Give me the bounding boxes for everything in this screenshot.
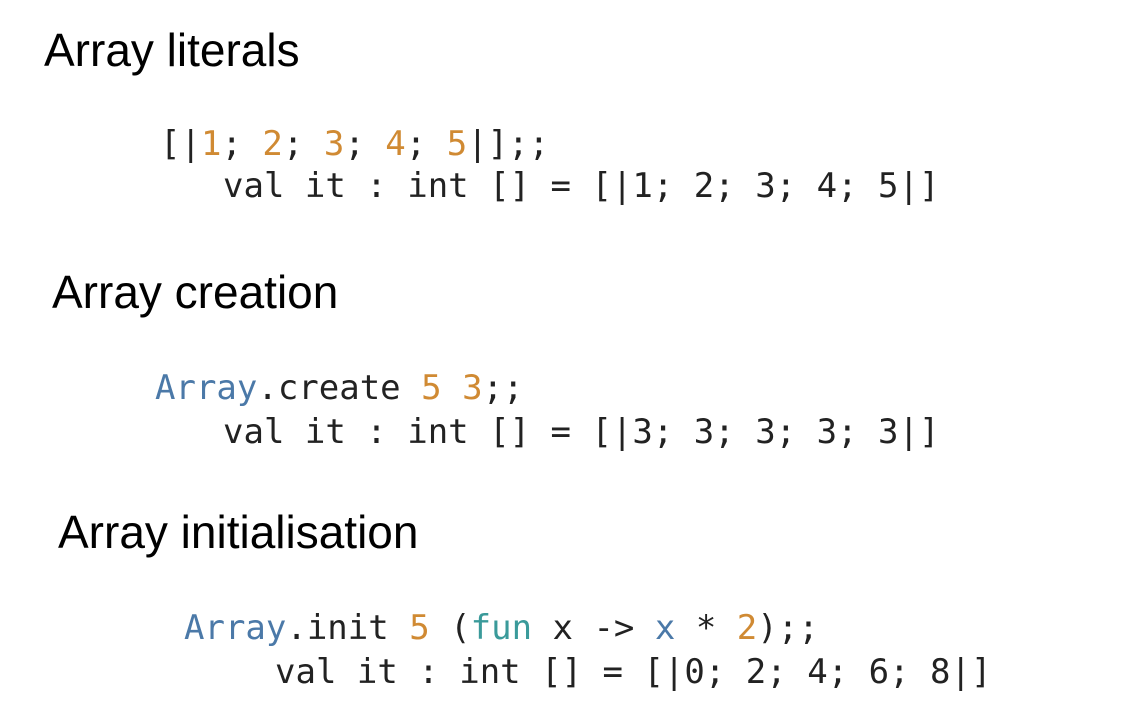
code-number: 5 xyxy=(421,368,442,408)
code-number: 1 xyxy=(200,124,222,164)
code-number: 5 xyxy=(409,608,430,648)
section-heading-array-creation: Array creation xyxy=(52,266,339,318)
code-token: .create xyxy=(257,368,422,408)
code-module: Array xyxy=(155,368,258,408)
code-token: ; xyxy=(282,124,324,164)
code-token: [| xyxy=(160,124,201,164)
code-number: 3 xyxy=(462,368,483,408)
code-number: 2 xyxy=(736,608,758,648)
code-token: );; xyxy=(757,608,819,648)
section-heading-array-initialisation: Array initialisation xyxy=(58,506,419,558)
code-output-array-literal: val it : int [] = [|1; 2; 3; 4; 5|] xyxy=(223,166,940,206)
code-number: 4 xyxy=(385,124,406,164)
code-token: .init xyxy=(286,608,410,648)
code-output-array-create: val it : int [] = [|3; 3; 3; 3; 3|] xyxy=(223,412,940,452)
code-keyword: fun xyxy=(470,608,533,648)
section-heading-array-literals: Array literals xyxy=(44,24,300,76)
code-token: ; xyxy=(405,124,447,164)
code-input-array-literal: [|1; 2; 3; 4; 5|];; xyxy=(160,124,549,164)
code-input-array-create: Array.create 5 3;; xyxy=(155,368,524,408)
code-output-array-init: val it : int [] = [|0; 2; 4; 6; 8|] xyxy=(275,652,992,692)
code-number: 2 xyxy=(262,124,283,164)
code-variable: x xyxy=(654,608,676,648)
code-module: Array xyxy=(184,608,287,648)
code-token: ; xyxy=(344,124,386,164)
code-token: x -> xyxy=(532,608,655,648)
code-token: ; xyxy=(221,124,263,164)
code-input-array-init: Array.init 5 (fun x -> x * 2);; xyxy=(184,608,819,648)
code-number: 3 xyxy=(323,124,345,164)
code-token: ( xyxy=(429,608,471,648)
code-token: |];; xyxy=(467,124,550,164)
code-number: 5 xyxy=(446,124,468,164)
code-token: ;; xyxy=(482,368,524,408)
code-token: * xyxy=(675,608,737,648)
